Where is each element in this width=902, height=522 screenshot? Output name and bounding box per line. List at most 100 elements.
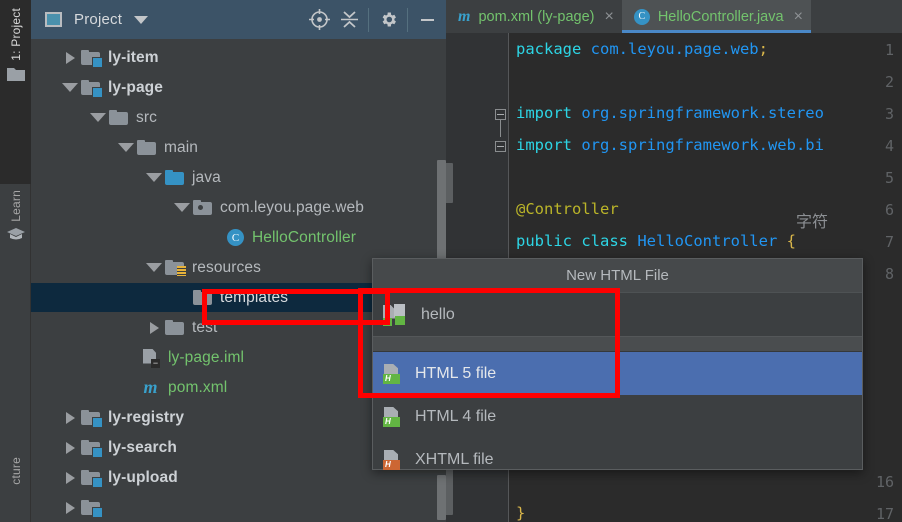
expand-arrow-right-icon[interactable]: [59, 411, 81, 424]
hide-minimize-icon[interactable]: [412, 0, 442, 39]
tree-row-ly-page[interactable]: ly-page: [31, 73, 446, 102]
locate-target-icon[interactable]: [304, 0, 334, 39]
folder-icon: [109, 110, 128, 125]
thymeleaf-template-icon: H: [383, 303, 409, 326]
tree-row-partial[interactable]: [31, 493, 446, 522]
folder-icon: [193, 290, 212, 305]
popup-item-label: HTML 4 file: [415, 407, 497, 425]
tool-button-project-label: 1: Project: [8, 8, 23, 61]
code-line-17: }: [516, 504, 526, 522]
iml-file-icon: [143, 349, 160, 368]
line-number: 4: [884, 137, 894, 155]
module-folder-icon: [81, 470, 103, 488]
java-class-icon: C: [633, 8, 650, 25]
html-file-icon: H: [383, 363, 403, 384]
close-icon[interactable]: ×: [794, 8, 803, 25]
popup-item-xhtml-file[interactable]: H XHTML file: [373, 438, 862, 481]
left-tool-strip: 1: Project Learn cture: [0, 0, 31, 522]
collapse-arrow-down-icon[interactable]: [171, 203, 193, 212]
popup-item-label: HTML 5 file: [415, 364, 497, 382]
fold-marker-icon[interactable]: [495, 109, 506, 120]
tree-item-label: templates: [220, 288, 289, 306]
source-folder-icon: [165, 170, 184, 185]
line-number: 1: [884, 41, 894, 59]
line-number: 5: [884, 169, 894, 187]
collapse-arrow-down-icon[interactable]: [143, 263, 165, 272]
tool-button-structure[interactable]: cture: [0, 455, 31, 522]
project-window-icon: [45, 12, 62, 27]
maven-file-icon: m: [458, 7, 471, 25]
new-html-file-popup[interactable]: New HTML File H hello H HTML 5 file H HT…: [372, 258, 863, 470]
tree-item-label: ly-page: [108, 78, 163, 96]
xhtml-file-icon: H: [383, 449, 403, 470]
module-folder-icon: [81, 410, 103, 428]
tree-row-main[interactable]: main: [31, 133, 446, 162]
fold-marker-end-icon[interactable]: [495, 141, 506, 152]
tab-pom-xml[interactable]: m pom.xml (ly-page) ×: [446, 0, 622, 33]
folder-icon: [6, 66, 25, 86]
tree-item-label: src: [136, 108, 157, 126]
expand-arrow-right-icon[interactable]: [59, 51, 81, 64]
html-file-icon: H: [383, 406, 403, 427]
tool-button-learn[interactable]: Learn: [0, 182, 31, 320]
tab-hellocontroller-java[interactable]: C HelloController.java ×: [621, 0, 811, 33]
tree-row-java[interactable]: java: [31, 163, 446, 192]
editor-scrollbar-thumb[interactable]: [446, 163, 453, 203]
popup-item-label: XHTML file: [415, 450, 494, 468]
xhtml-badge-letter: H: [385, 459, 391, 469]
module-folder-icon: [81, 50, 103, 68]
settings-gear-icon[interactable]: [373, 0, 403, 39]
module-folder-icon: [81, 80, 103, 98]
popup-item-html4-file[interactable]: H HTML 4 file: [373, 395, 862, 438]
expand-arrow-right-icon[interactable]: [59, 441, 81, 454]
tree-item-label: pom.xml: [168, 378, 228, 396]
tree-item-label: ly-registry: [108, 408, 185, 426]
line-number: 7: [884, 233, 894, 251]
module-folder-icon: [81, 500, 103, 518]
tree-row-package[interactable]: com.leyou.page.web: [31, 193, 446, 222]
code-line-6: @Controller: [516, 200, 619, 218]
collapse-all-icon[interactable]: [334, 0, 364, 39]
collapse-arrow-down-icon[interactable]: [143, 173, 165, 182]
watermark-cn-text: 字符: [796, 214, 829, 231]
code-line-3: import org.springframework.stereo: [516, 104, 824, 122]
tree-item-label: HelloController: [252, 228, 357, 246]
module-folder-icon: [81, 440, 103, 458]
expand-arrow-right-icon[interactable]: [143, 321, 165, 334]
java-class-icon: C: [227, 229, 244, 246]
tool-button-learn-label: Learn: [8, 190, 23, 222]
code-line-1: package com.leyou.page.web;: [516, 40, 768, 58]
code-line-7: public class HelloController {: [516, 232, 796, 250]
tree-item-label: ly-item: [108, 48, 159, 66]
tool-button-project[interactable]: 1: Project: [0, 0, 31, 184]
project-panel-header: Project: [31, 0, 446, 39]
toolbar-separator: [368, 7, 369, 32]
popup-item-html5-file[interactable]: H HTML 5 file: [373, 352, 862, 395]
tree-row-ly-item[interactable]: ly-item: [31, 43, 446, 72]
chevron-down-icon[interactable]: [134, 15, 149, 24]
collapse-arrow-down-icon[interactable]: [59, 83, 81, 92]
panel-title: Project: [74, 11, 123, 28]
popup-item-hello[interactable]: H hello: [373, 293, 862, 336]
tree-item-label: ly-search: [108, 438, 177, 456]
tree-item-label: ly-upload: [108, 468, 178, 486]
line-number: 17: [875, 505, 894, 522]
html-badge-letter: H: [385, 373, 391, 383]
collapse-arrow-down-icon[interactable]: [115, 143, 137, 152]
project-scrollbar-thumb-lower[interactable]: [437, 475, 446, 520]
maven-file-icon: m: [143, 377, 158, 397]
expand-arrow-right-icon[interactable]: [59, 471, 81, 484]
resources-folder-icon: [165, 260, 186, 276]
package-icon: [193, 200, 212, 215]
line-number: 6: [884, 201, 894, 219]
code-line-4: import org.springframework.web.bi: [516, 136, 824, 154]
tab-label: pom.xml (ly-page): [478, 8, 595, 25]
tree-row-src[interactable]: src: [31, 103, 446, 132]
expand-arrow-right-icon[interactable]: [59, 501, 81, 514]
tool-button-structure-label: cture: [8, 457, 23, 485]
close-icon[interactable]: ×: [604, 8, 613, 25]
tree-row-hellocontroller[interactable]: C HelloController: [31, 223, 446, 252]
collapse-arrow-down-icon[interactable]: [87, 113, 109, 122]
line-number: 3: [884, 105, 894, 123]
tab-label: HelloController.java: [657, 8, 784, 25]
